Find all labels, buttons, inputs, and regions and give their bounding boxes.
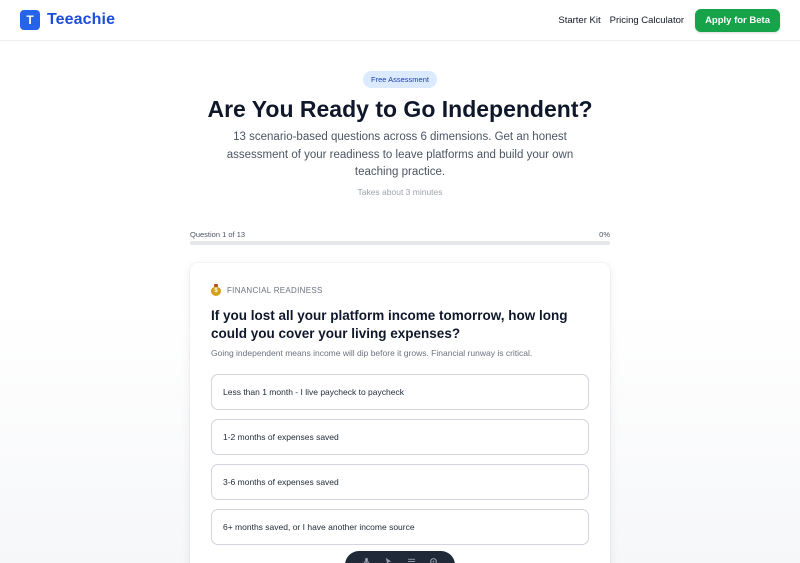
progress-bar	[190, 241, 610, 245]
nav-pricing-calculator[interactable]: Pricing Calculator	[610, 15, 684, 26]
page-title: Are You Ready to Go Independent?	[207, 96, 593, 122]
settings-icon[interactable]	[429, 556, 439, 563]
brand-name: Teeachie	[47, 11, 116, 28]
question-category: $ FINANCIAL READINESS	[211, 284, 323, 296]
answer-option-4[interactable]: 6+ months saved, or I have another incom…	[211, 509, 589, 545]
question-text: If you lost all your platform income tom…	[211, 308, 568, 341]
answer-options: Less than 1 month - I live paycheck to p…	[211, 374, 589, 554]
main-nav: Starter Kit Pricing Calculator Apply for…	[558, 8, 780, 32]
page-subtitle: 13 scenario-based questions across 6 dim…	[226, 131, 574, 178]
progress-question-label: Question 1 of 13	[190, 230, 246, 239]
menu-icon[interactable]	[406, 556, 416, 563]
nav-starter-kit[interactable]: Starter Kit	[558, 15, 600, 26]
pointer-icon[interactable]	[384, 556, 394, 563]
answer-option-2[interactable]: 1-2 months of expenses saved	[211, 419, 589, 455]
answer-option-3[interactable]: 3-6 months of expenses saved	[211, 464, 589, 500]
question-card: $ FINANCIAL READINESS If you lost all yo…	[190, 263, 610, 563]
apply-for-beta-button[interactable]: Apply for Beta	[695, 8, 780, 32]
category-label: FINANCIAL READINESS	[227, 285, 323, 295]
floating-toolbar	[345, 551, 455, 563]
brand-link[interactable]: T Teeachie	[20, 10, 115, 30]
answer-option-1[interactable]: Less than 1 month - I live paycheck to p…	[211, 374, 589, 410]
question-hint: Going independent means income will dip …	[211, 348, 533, 358]
site-header: T Teeachie Starter Kit Pricing Calculato…	[0, 0, 800, 41]
progress-labels: Question 1 of 13 0%	[190, 230, 610, 239]
money-bag-icon: $	[211, 284, 221, 296]
free-assessment-badge: Free Assessment	[363, 71, 437, 88]
progress-percent-label: 0%	[599, 230, 610, 239]
time-estimate: Takes about 3 minutes	[357, 187, 443, 197]
microphone-icon[interactable]	[361, 556, 371, 563]
logo-icon: T	[20, 10, 40, 30]
